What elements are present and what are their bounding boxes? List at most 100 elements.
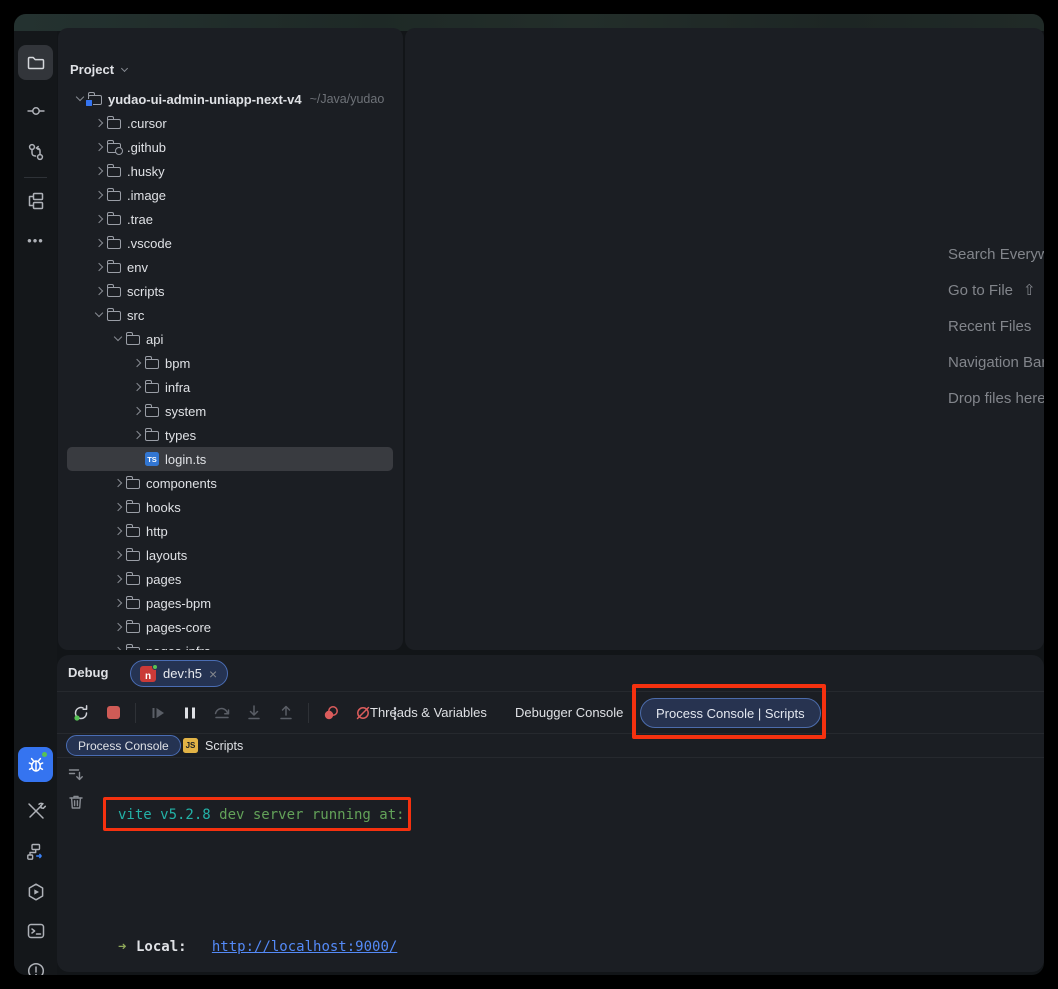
services-tool-button[interactable] [18, 834, 53, 869]
hint-navigation-bar: Navigation Bar [948, 345, 1044, 381]
more-tool-windows-button[interactable]: ••• [18, 223, 53, 258]
scroll-to-end-icon[interactable] [67, 766, 85, 784]
chevron-right-icon[interactable] [130, 375, 145, 399]
chevron-right-icon[interactable] [111, 519, 126, 543]
chevron-right-icon[interactable] [111, 495, 126, 519]
wrench-icon [26, 801, 46, 821]
tree-row[interactable]: http [67, 519, 393, 543]
chevron-right-icon[interactable] [111, 567, 126, 591]
vcs-tool-button[interactable] [18, 134, 53, 169]
console-line-local: ➜Local: http://localhost:9000/ [118, 936, 549, 958]
folder-icon [126, 335, 140, 345]
chevron-right-icon[interactable] [92, 159, 107, 183]
tree-row-root[interactable]: yudao-ui-admin-uniapp-next-v4 ~/Java/yud… [67, 87, 393, 111]
step-out-button[interactable] [276, 703, 296, 723]
chevron-right-icon[interactable] [130, 351, 145, 375]
tree-row[interactable]: infra [67, 375, 393, 399]
chevron-down-icon[interactable] [111, 327, 126, 351]
tab-process-console-scripts[interactable]: Process Console | Scripts [640, 698, 821, 728]
chevron-right-icon[interactable] [92, 231, 107, 255]
debug-toolbar: ⋮ Threads & Variables Debugger Console P… [57, 692, 1044, 733]
tree-row[interactable]: api [67, 327, 393, 351]
chevron-right-icon[interactable] [111, 639, 126, 650]
chevron-down-icon[interactable] [92, 303, 107, 327]
chevron-right-icon[interactable] [92, 135, 107, 159]
tree-row[interactable]: .cursor [67, 111, 393, 135]
clear-console-trash-icon[interactable] [67, 793, 85, 811]
javascript-icon: JS [183, 738, 198, 753]
stop-button[interactable] [103, 703, 123, 723]
hint-go-to-file: Go to File⇧ [948, 273, 1044, 309]
profiler-play-icon [26, 882, 46, 902]
chevron-right-icon[interactable] [111, 615, 126, 639]
tree-row[interactable]: .husky [67, 159, 393, 183]
folder-icon [145, 407, 159, 417]
hint-recent-files: Recent Files [948, 309, 1044, 345]
problems-tool-button[interactable] [18, 953, 53, 975]
tree-row[interactable]: layouts [67, 543, 393, 567]
sidebar-divider [24, 177, 47, 178]
chevron-right-icon[interactable] [92, 279, 107, 303]
step-into-button[interactable] [244, 703, 264, 723]
rerun-button[interactable] [71, 703, 91, 723]
resume-button[interactable] [148, 703, 168, 723]
tree-row-selected-login-ts[interactable]: TS login.ts [67, 447, 393, 471]
view-breakpoints-button[interactable] [321, 703, 341, 723]
tree-row[interactable]: pages-core [67, 615, 393, 639]
tree-row[interactable]: .image [67, 183, 393, 207]
debug-tool-button[interactable] [18, 747, 53, 782]
tree-row[interactable]: components [67, 471, 393, 495]
terminal-tool-button[interactable] [18, 913, 53, 948]
commit-tool-button[interactable] [18, 93, 53, 128]
folder-icon [126, 647, 140, 650]
chevron-spacer [130, 447, 145, 471]
tree-row[interactable]: scripts [67, 279, 393, 303]
chevron-right-icon[interactable] [92, 255, 107, 279]
terminal-icon [26, 921, 46, 941]
tab-debugger-console[interactable]: Debugger Console [515, 692, 623, 733]
debug-session-tab[interactable]: n dev:h5 × [130, 660, 228, 687]
toolbar-separator [308, 703, 309, 723]
chevron-right-icon[interactable] [111, 591, 126, 615]
profiler-tool-button[interactable] [18, 874, 53, 909]
build-tool-button[interactable] [18, 793, 53, 828]
folder-icon [126, 527, 140, 537]
close-icon[interactable]: × [209, 667, 217, 681]
chevron-right-icon[interactable] [92, 207, 107, 231]
tree-row[interactable]: types [67, 423, 393, 447]
tree-row[interactable]: .vscode [67, 231, 393, 255]
shift-key-icon: ⇧ [1023, 282, 1036, 299]
tab-threads-variables[interactable]: Threads & Variables [370, 692, 487, 733]
console-text: vite v5.2.8 dev server running at: ➜Loca… [118, 760, 549, 972]
folder-icon [107, 119, 121, 129]
chevron-right-icon[interactable] [92, 183, 107, 207]
chevron-right-icon[interactable] [111, 471, 126, 495]
subtab-scripts[interactable]: JS Scripts [183, 735, 243, 756]
tree-row[interactable]: env [67, 255, 393, 279]
structure-tool-button[interactable] [18, 183, 53, 218]
folder-icon [26, 53, 46, 73]
editor-shortcut-hints: Search Everywhere Go to File⇧ Recent Fil… [948, 237, 1044, 417]
chevron-right-icon[interactable] [92, 111, 107, 135]
tree-row[interactable]: src [67, 303, 393, 327]
tree-row[interactable]: hooks [67, 495, 393, 519]
debug-tool-window: Debug n dev:h5 × [57, 655, 1044, 972]
subtab-process-console[interactable]: Process Console [66, 735, 181, 756]
tree-row[interactable]: pages-bpm [67, 591, 393, 615]
tree-row[interactable]: pages [67, 567, 393, 591]
project-view-selector[interactable]: Project [70, 62, 131, 77]
chevron-right-icon[interactable] [130, 399, 145, 423]
tree-row[interactable]: pages-infra [67, 639, 393, 650]
tree-row[interactable]: bpm [67, 351, 393, 375]
project-tool-button[interactable] [18, 45, 53, 80]
tree-row[interactable]: .trae [67, 207, 393, 231]
step-over-button[interactable] [212, 703, 232, 723]
tree-row[interactable]: .github [67, 135, 393, 159]
project-view-title: Project [70, 62, 114, 77]
tree-row[interactable]: system [67, 399, 393, 423]
chevron-right-icon[interactable] [130, 423, 145, 447]
pause-button[interactable] [180, 703, 200, 723]
local-url-link[interactable]: http://localhost:9000/ [212, 939, 397, 955]
chevron-right-icon[interactable] [111, 543, 126, 567]
problems-icon [26, 961, 46, 976]
